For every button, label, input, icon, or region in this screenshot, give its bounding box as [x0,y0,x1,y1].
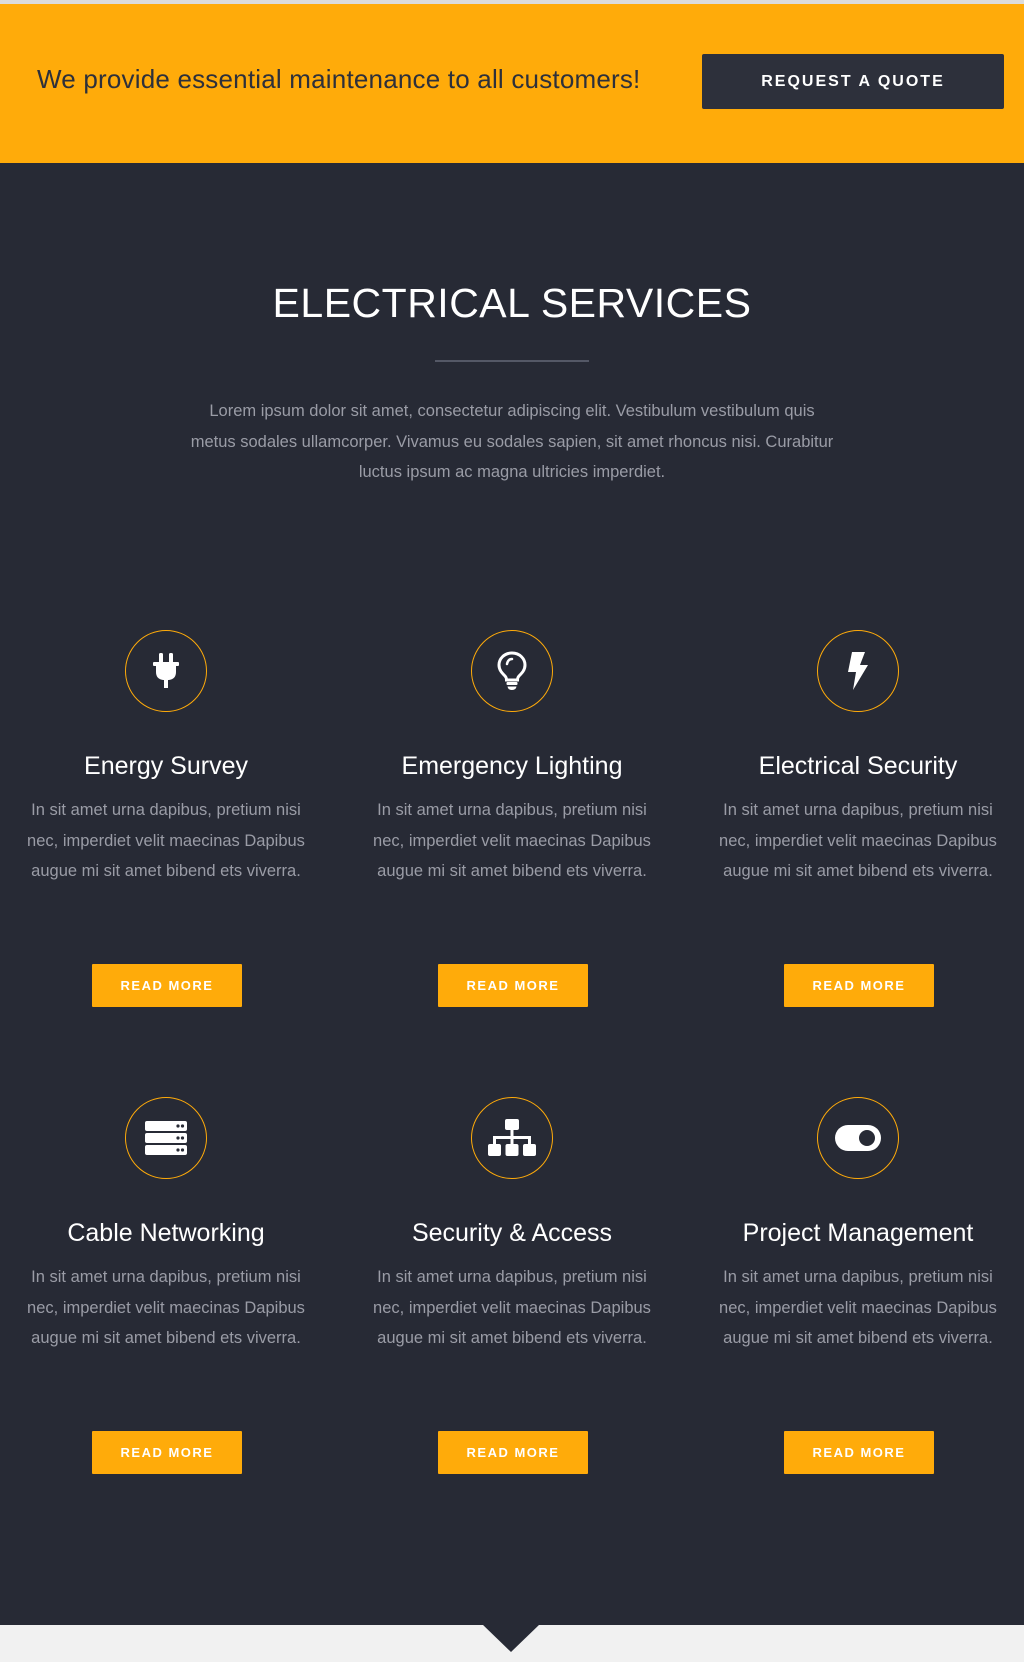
read-more-button[interactable]: READ MORE [438,1431,588,1474]
section-intro: Lorem ipsum dolor sit amet, consectetur … [190,402,834,481]
service-description: In sit amet urna dapibus, pretium nisi n… [719,1268,997,1347]
read-more-button[interactable]: READ MORE [784,964,934,1007]
section-pointer-arrow [482,1624,540,1652]
service-title: Energy Survey [84,752,248,780]
read-more-button[interactable]: READ MORE [92,964,242,1007]
service-description: In sit amet urna dapibus, pretium nisi n… [27,1268,305,1347]
service-card-project-management: Project Management In sit amet urna dapi… [693,1097,1023,1477]
read-more-button[interactable]: READ MORE [784,1431,934,1474]
sitemap-icon [487,1118,537,1158]
service-title: Cable Networking [67,1219,265,1247]
icon-circle [817,1097,899,1179]
icon-circle [125,1097,207,1179]
title-divider [435,360,589,362]
icon-circle [471,630,553,712]
plug-icon [148,651,184,691]
service-title: Electrical Security [758,752,958,780]
lightbulb-icon [495,650,529,692]
service-card-electrical-security: Electrical Security In sit amet urna dap… [693,630,1023,1010]
service-card-security-access: Security & Access In sit amet urna dapib… [347,1097,677,1477]
service-description: In sit amet urna dapibus, pretium nisi n… [373,801,651,880]
read-more-button[interactable]: READ MORE [438,964,588,1007]
cta-banner: We provide essential maintenance to all … [0,4,1024,163]
service-card-cable-networking: Cable Networking In sit amet urna dapibu… [1,1097,331,1477]
services-section: ELECTRICAL SERVICES Lorem ipsum dolor si… [0,163,1024,1625]
service-description: In sit amet urna dapibus, pretium nisi n… [373,1268,651,1347]
server-icon [144,1119,188,1157]
section-title: ELECTRICAL SERVICES [272,280,752,326]
icon-circle [471,1097,553,1179]
request-quote-button[interactable]: REQUEST A QUOTE [702,54,1004,109]
service-card-emergency-lighting: Emergency Lighting In sit amet urna dapi… [347,630,677,1010]
service-title: Project Management [742,1219,974,1247]
banner-text: We provide essential maintenance to all … [37,64,641,94]
service-description: In sit amet urna dapibus, pretium nisi n… [719,801,997,880]
service-title: Emergency Lighting [401,752,623,780]
icon-circle [125,630,207,712]
read-more-button[interactable]: READ MORE [92,1431,242,1474]
service-card-energy-survey: Energy Survey In sit amet urna dapibus, … [1,630,331,1010]
bolt-icon [843,650,873,692]
toggle-icon [834,1123,882,1153]
service-title: Security & Access [411,1219,613,1247]
service-description: In sit amet urna dapibus, pretium nisi n… [27,801,305,880]
icon-circle [817,630,899,712]
